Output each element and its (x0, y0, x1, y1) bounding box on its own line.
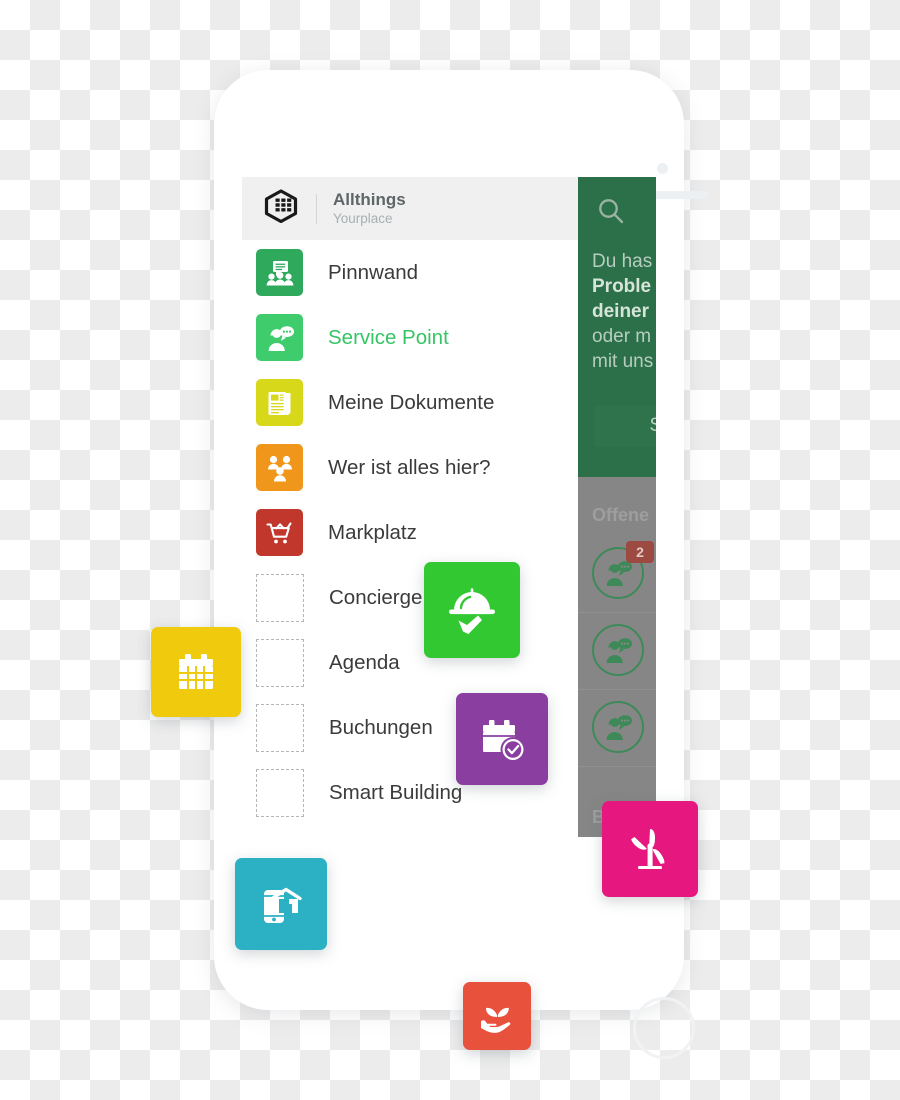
search-icon[interactable] (596, 196, 626, 231)
service-point-preview-panel: Du has Proble deiner oder m mit uns Schr… (578, 177, 656, 837)
menu-item-markplatz[interactable]: Markplatz (242, 500, 578, 565)
green-tile[interactable] (463, 982, 531, 1050)
empty-slot-icon (256, 703, 304, 752)
hand-plant-icon (481, 1007, 511, 1033)
service-point-avatar-icon (592, 701, 644, 753)
agenda-tile[interactable] (151, 627, 241, 717)
menu-item-label: Meine Dokumente (328, 390, 495, 414)
shopping-cart-icon (256, 509, 303, 556)
menu-item-label: Buchungen (329, 715, 433, 739)
menu-item-service-point[interactable]: Service Point (242, 305, 578, 370)
menu-item-meine-dokumente[interactable]: Meine Dokumente (242, 370, 578, 435)
app-header: Allthings Yourplace (242, 177, 578, 240)
menu-item-label: Smart Building (329, 780, 463, 804)
menu-item-label: Agenda (329, 650, 400, 674)
menu-item-label: Markplatz (328, 520, 417, 544)
unread-count-badge: 2 (626, 541, 654, 563)
energy-tile[interactable] (602, 801, 698, 897)
promo-line-5: mit uns (592, 351, 654, 372)
phone-home-button[interactable] (633, 997, 695, 1059)
promo-line-2: Proble (592, 276, 652, 297)
room-service-icon (449, 588, 495, 634)
smart-home-phone-icon (264, 887, 302, 923)
pinboard-icon (256, 249, 303, 296)
request-list-item[interactable] (578, 689, 656, 767)
service-point-cta-button[interactable]: Schr (594, 405, 656, 447)
menu-item-label: Concierge (329, 585, 423, 609)
open-requests-title: Offene (592, 505, 650, 525)
menu-item-concierge[interactable]: Concierge (242, 565, 578, 630)
promo-line-3: deiner (592, 301, 650, 322)
menu-item-agenda[interactable]: Agenda (242, 630, 578, 695)
smart-building-tile[interactable] (235, 858, 327, 950)
empty-slot-icon (256, 638, 304, 687)
buchungen-tile[interactable] (456, 693, 548, 785)
promo-line-1: Du has (592, 251, 653, 272)
calendar-check-icon (483, 720, 526, 762)
allthings-hexagon-logo-icon (262, 189, 300, 228)
brand-subtitle: Yourplace (333, 211, 393, 226)
open-requests-list: Offene 2 B (578, 477, 656, 837)
promo-line-4: oder m (592, 326, 652, 347)
request-list-item[interactable]: 2 (578, 535, 656, 613)
brand-text: Allthings Yourplace (333, 190, 406, 227)
documents-icon (256, 379, 303, 426)
service-point-avatar-icon (592, 624, 644, 676)
calendar-icon (179, 654, 213, 689)
request-list-item[interactable] (578, 612, 656, 690)
menu-item-label: Pinnwand (328, 260, 419, 284)
brand-divider (316, 193, 317, 224)
service-point-icon (256, 314, 303, 361)
brand-name: Allthings (333, 190, 406, 209)
empty-slot-icon (256, 768, 304, 817)
menu-item-pinnwand[interactable]: Pinnwand (242, 240, 578, 305)
menu-item-label: Wer ist alles hier? (328, 455, 491, 479)
service-point-hero: Du has Proble deiner oder m mit uns Schr (578, 177, 656, 477)
wind-turbine-icon (631, 829, 665, 869)
menu-item-label: Service Point (328, 325, 449, 349)
app-screen: Allthings Yourplace Pinnwand Service Poi… (242, 177, 656, 837)
empty-slot-icon (256, 573, 304, 622)
concierge-tile[interactable] (424, 562, 520, 658)
people-icon (256, 444, 303, 491)
menu-item-wer-ist-alles-hier[interactable]: Wer ist alles hier? (242, 435, 578, 500)
phone-front-camera-icon (657, 163, 668, 174)
service-point-promo-text: Du has Proble deiner oder m mit uns (592, 249, 656, 374)
